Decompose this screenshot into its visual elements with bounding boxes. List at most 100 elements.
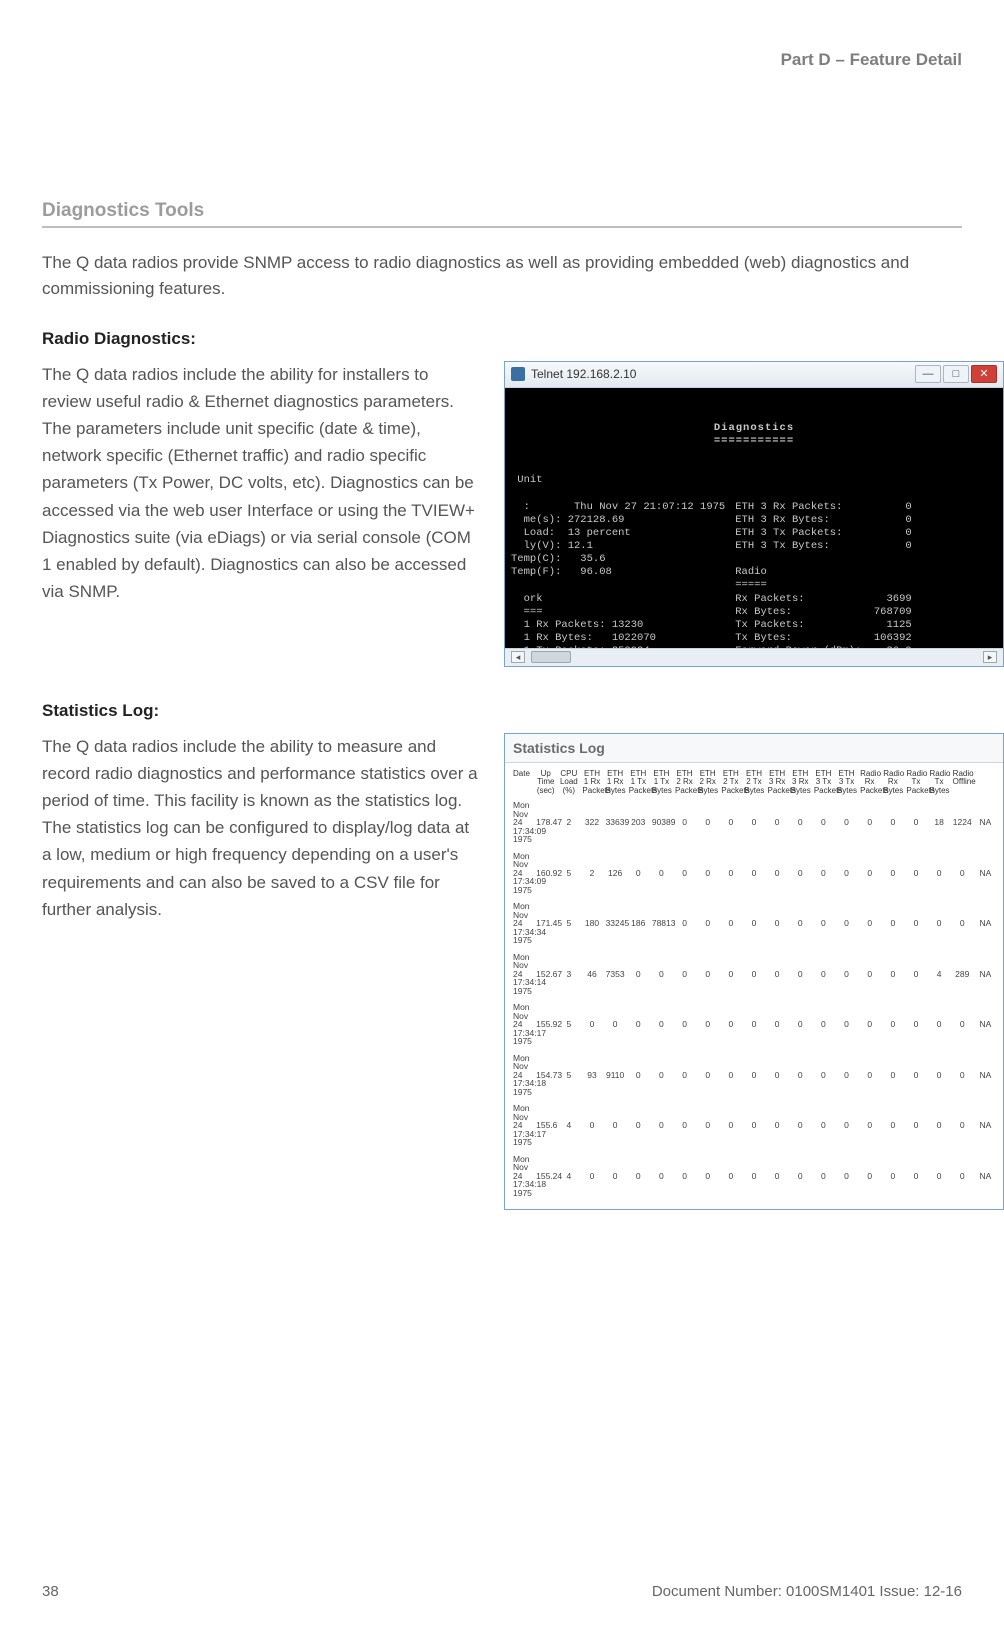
cell: 0: [835, 999, 858, 1050]
cell: 0: [789, 949, 812, 1000]
cell: 0: [812, 1100, 835, 1151]
cell: 0: [812, 1050, 835, 1101]
cell: 0: [904, 848, 927, 899]
cell: 0: [673, 999, 696, 1050]
table-row: Mon Nov 24 17:34:09 1975178.472322336392…: [511, 797, 997, 848]
date-cell: Mon Nov 24 17:34:18 1975: [511, 1050, 534, 1101]
cell: 0: [928, 999, 951, 1050]
table-row: Mon Nov 24 17:34:34 1975171.455180332451…: [511, 898, 997, 949]
date-cell: Mon Nov 24 17:34:18 1975: [511, 1151, 534, 1202]
cell: 0: [928, 848, 951, 899]
cell: 0: [904, 1100, 927, 1151]
radio-diagnostics-body: The Q data radios include the ability fo…: [42, 361, 482, 606]
cell: NA: [974, 1100, 997, 1151]
table-header-cell: ETH 3 Tx Bytes: [835, 769, 858, 797]
cell: 0: [673, 1100, 696, 1151]
cell: 0: [951, 999, 974, 1050]
radio-diagnostics-heading: Radio Diagnostics:: [42, 329, 962, 349]
cell: 155.92: [534, 999, 557, 1050]
cell: 0: [696, 949, 719, 1000]
scroll-left-arrow-icon[interactable]: ◂: [511, 651, 525, 663]
cell: 0: [928, 898, 951, 949]
cell: 152.67: [534, 949, 557, 1000]
cell: 0: [766, 949, 789, 1000]
cell: NA: [974, 848, 997, 899]
cell: 0: [881, 848, 904, 899]
cell: 0: [604, 999, 627, 1050]
cell: 0: [789, 1100, 812, 1151]
scroll-thumb[interactable]: [531, 651, 571, 663]
cell: 0: [789, 797, 812, 848]
table-header-cell: CPU Load (%): [557, 769, 580, 797]
horizontal-scrollbar[interactable]: ◂ ▸: [505, 648, 1003, 666]
cell: 0: [673, 949, 696, 1000]
cell: 0: [742, 797, 765, 848]
cell: 203: [627, 797, 650, 848]
cell: 0: [696, 1050, 719, 1101]
table-header-cell: ETH 2 Rx Packets: [673, 769, 696, 797]
cell: 90389: [650, 797, 673, 848]
cell: 0: [580, 1100, 603, 1151]
statistics-table: DateUp Time (sec)CPU Load (%)ETH 1 Rx Pa…: [511, 769, 997, 1201]
cell: 0: [951, 848, 974, 899]
cell: 0: [951, 898, 974, 949]
cell: 0: [904, 898, 927, 949]
cell: 0: [904, 999, 927, 1050]
page-number: 38: [42, 1583, 59, 1600]
cell: 0: [789, 1151, 812, 1202]
table-header-cell: Date: [511, 769, 534, 797]
statistics-log-title: Statistics Log: [505, 734, 1003, 763]
date-cell: Mon Nov 24 17:34:09 1975: [511, 848, 534, 899]
part-header: Part D – Feature Detail: [781, 50, 962, 70]
cell: 0: [858, 1050, 881, 1101]
table-row: Mon Nov 24 17:34:17 1975155.640000000000…: [511, 1100, 997, 1151]
cell: 155.6: [534, 1100, 557, 1151]
cell: 322: [580, 797, 603, 848]
cell: 0: [696, 999, 719, 1050]
cell: 0: [835, 949, 858, 1000]
close-button[interactable]: ✕: [971, 365, 997, 383]
cell: 0: [719, 1100, 742, 1151]
cell: 0: [858, 1100, 881, 1151]
cell: 0: [789, 848, 812, 899]
cell: 178.47: [534, 797, 557, 848]
cell: 0: [881, 999, 904, 1050]
cell: 0: [881, 1100, 904, 1151]
terminal-left-column: Unit : Thu Nov 27 21:07:12 1975 me(s): 2…: [511, 474, 725, 647]
statistics-log-panel: Statistics Log DateUp Time (sec)CPU Load…: [504, 733, 1004, 1210]
maximize-button[interactable]: □: [943, 365, 969, 383]
cell: 0: [719, 898, 742, 949]
cell: 0: [835, 1151, 858, 1202]
cell: 0: [904, 797, 927, 848]
cell: 0: [650, 999, 673, 1050]
date-cell: Mon Nov 24 17:34:17 1975: [511, 1100, 534, 1151]
cell: NA: [974, 797, 997, 848]
cell: 1224: [951, 797, 974, 848]
cell: 0: [627, 1050, 650, 1101]
terminal-output: Diagnostics=========== Unit : Thu Nov 27…: [505, 388, 1003, 648]
cell: 0: [766, 1050, 789, 1101]
table-header-cell: Radio Offline: [951, 769, 974, 797]
cell: 186: [627, 898, 650, 949]
date-cell: Mon Nov 24 17:34:09 1975: [511, 797, 534, 848]
cell: 0: [904, 1050, 927, 1101]
cell: 0: [650, 1100, 673, 1151]
cell: 4: [928, 949, 951, 1000]
cell: 33245: [604, 898, 627, 949]
cell: 0: [580, 1151, 603, 1202]
cell: 0: [951, 1100, 974, 1151]
cell: 0: [881, 797, 904, 848]
scroll-right-arrow-icon[interactable]: ▸: [983, 651, 997, 663]
cell: 0: [604, 1151, 627, 1202]
minimize-button[interactable]: —: [915, 365, 941, 383]
table-header-cell: ETH 1 Tx Bytes: [650, 769, 673, 797]
cell: NA: [974, 949, 997, 1000]
cell: 0: [766, 898, 789, 949]
cell: 0: [627, 999, 650, 1050]
table-row: Mon Nov 24 17:34:18 1975155.244000000000…: [511, 1151, 997, 1202]
table-row: Mon Nov 24 17:34:09 1975160.925212600000…: [511, 848, 997, 899]
cell: 0: [835, 848, 858, 899]
cell: 0: [696, 1151, 719, 1202]
cell: 0: [835, 1100, 858, 1151]
table-header-cell: Radio Rx Packets: [858, 769, 881, 797]
